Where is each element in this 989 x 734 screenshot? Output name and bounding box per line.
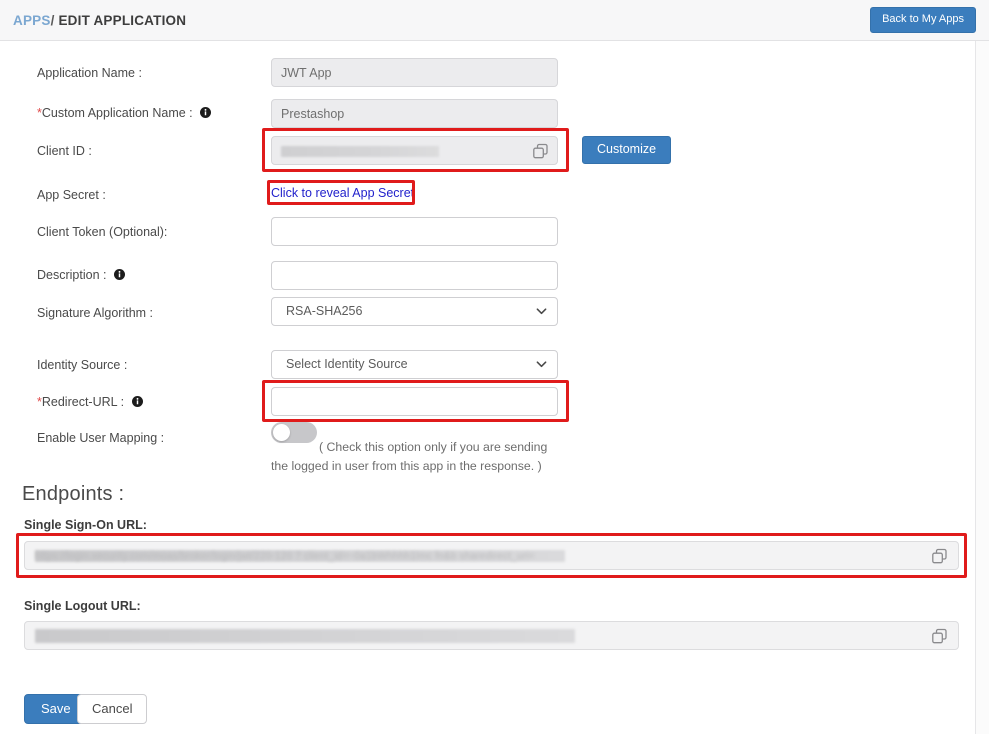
reveal-app-secret-link[interactable]: Click to reveal App Secret <box>271 187 414 200</box>
signature-algorithm-field-wrap: RSA-SHA256 <box>271 297 558 326</box>
redirect-url-field-wrap <box>271 387 558 416</box>
client-id-field-wrap <box>271 136 558 165</box>
client-token-input[interactable] <box>271 217 558 246</box>
identity-source-select[interactable]: Select Identity Source <box>271 350 558 379</box>
client-id-input[interactable] <box>271 136 558 165</box>
breadcrumb-current: EDIT APPLICATION <box>58 13 187 28</box>
endpoints-title: Endpoints : <box>22 483 125 505</box>
custom-application-name-field-wrap <box>271 99 558 128</box>
cancel-button[interactable]: Cancel <box>77 694 148 724</box>
customize-button[interactable]: Customize <box>582 136 672 164</box>
back-to-my-apps-button[interactable]: Back to My Apps <box>870 7 976 33</box>
identity-source-label: Identity Source : <box>37 358 128 372</box>
client-token-label: Client Token (Optional): <box>37 225 168 239</box>
description-input[interactable] <box>271 261 558 290</box>
single-logout-url-input[interactable] <box>24 621 959 650</box>
single-logout-url-masked-value <box>35 629 575 643</box>
top-bar: APPS/ EDIT APPLICATION Back to My Apps <box>0 0 989 41</box>
app-secret-label: App Secret : <box>37 188 106 202</box>
breadcrumb-separator: / <box>50 13 55 28</box>
client-id-label: Client ID : <box>37 144 92 158</box>
custom-application-name-label-text: Custom Application Name : <box>41 106 193 120</box>
copy-icon[interactable] <box>931 548 948 565</box>
client-id-masked-value <box>281 146 439 157</box>
custom-application-name-label: *Custom Application Name : <box>37 106 212 120</box>
client-token-field-wrap <box>271 217 558 246</box>
signature-algorithm-label: Signature Algorithm : <box>37 306 154 320</box>
application-name-field-wrap <box>271 58 558 87</box>
info-icon[interactable] <box>200 107 212 118</box>
copy-icon[interactable] <box>931 628 948 645</box>
description-label: Description : <box>37 269 125 282</box>
redirect-url-label-text: Redirect-URL : <box>41 395 125 409</box>
application-name-input[interactable] <box>271 58 558 87</box>
redirect-url-label: *Redirect-URL : <box>37 396 143 409</box>
custom-application-name-input[interactable] <box>271 99 558 128</box>
single-sign-on-url-ghost-text: https://login.xecurity.com/moas/broker/l… <box>35 551 535 562</box>
info-icon[interactable] <box>113 269 125 280</box>
identity-source-field-wrap: Select Identity Source <box>271 350 558 379</box>
application-name-label: Application Name : <box>37 66 142 80</box>
single-sign-on-url-input[interactable]: https://login.xecurity.com/moas/broker/l… <box>24 541 959 570</box>
breadcrumb-apps-link[interactable]: APPS <box>13 13 51 28</box>
description-field-wrap <box>271 261 558 290</box>
breadcrumb: APPS/ EDIT APPLICATION <box>13 13 186 28</box>
copy-icon[interactable] <box>532 143 549 160</box>
page-right-gutter <box>976 41 989 734</box>
description-label-text: Description : <box>37 268 107 282</box>
single-logout-url-label: Single Logout URL: <box>24 599 141 613</box>
enable-user-mapping-label: Enable User Mapping : <box>37 431 165 445</box>
info-icon[interactable] <box>131 396 143 407</box>
redirect-url-input[interactable] <box>271 387 558 416</box>
enable-user-mapping-hint: ( Check this option only if you are send… <box>271 440 548 474</box>
signature-algorithm-select[interactable]: RSA-SHA256 <box>271 297 558 326</box>
single-sign-on-url-label: Single Sign-On URL: <box>24 518 147 532</box>
